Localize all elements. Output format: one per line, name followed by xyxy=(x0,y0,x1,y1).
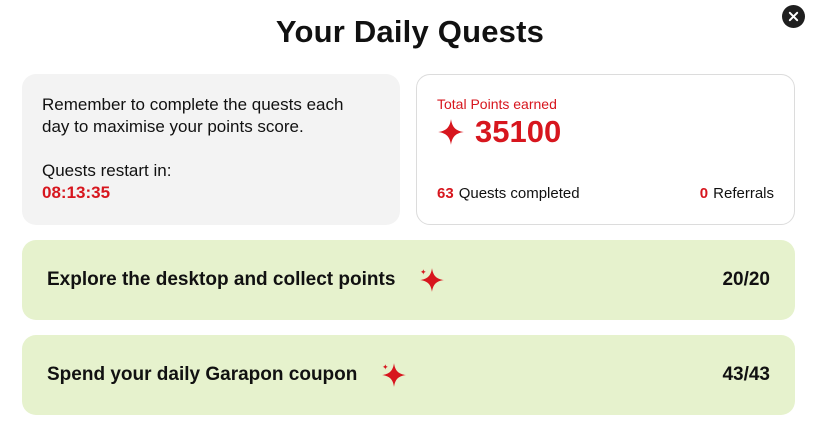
referrals-stat: 0 Referrals xyxy=(700,185,774,202)
quests-completed-count: 63 xyxy=(437,185,454,202)
points-total: 35100 xyxy=(475,114,562,149)
referrals-count: 0 xyxy=(699,185,709,202)
sparkle-icon xyxy=(382,363,407,387)
points-label: Total Points earned xyxy=(437,96,557,112)
quest-item-explore-desktop[interactable]: Explore the desktop and collect points 2… xyxy=(22,240,795,320)
quest-item-garapon-coupon[interactable]: Spend your daily Garapon coupon 43/43 xyxy=(22,335,795,415)
quest-progress: 20/20 xyxy=(722,269,770,290)
quest-progress: 43/43 xyxy=(722,364,770,385)
daily-quests-modal: Your Daily Quests Remember to complete t… xyxy=(0,0,820,431)
points-total-row: 35100 xyxy=(437,115,774,149)
points-card: Total Points earned 35100 63 Quests compl… xyxy=(416,74,795,225)
close-icon xyxy=(788,11,799,22)
restart-label: Quests restart in: xyxy=(42,161,172,180)
restart-countdown: 08:13:35 xyxy=(42,183,111,202)
reminder-text: Remember to complete the quests each day… xyxy=(42,95,344,136)
quest-label: Explore the desktop and collect points xyxy=(47,269,396,290)
stats-row: 63 Quests completed 0 Referrals xyxy=(437,185,774,202)
sparkle-icon xyxy=(420,268,445,292)
quests-completed-label: Quests completed xyxy=(458,185,580,202)
referrals-label: Referrals xyxy=(713,185,774,202)
info-card: Remember to complete the quests each day… xyxy=(22,74,400,225)
modal-title: Your Daily Quests xyxy=(275,14,545,49)
close-button[interactable] xyxy=(782,5,805,28)
quests-completed-stat: 63 Quests completed xyxy=(437,185,580,202)
sparkle-icon xyxy=(438,119,464,145)
quest-label: Spend your daily Garapon coupon xyxy=(47,364,358,385)
